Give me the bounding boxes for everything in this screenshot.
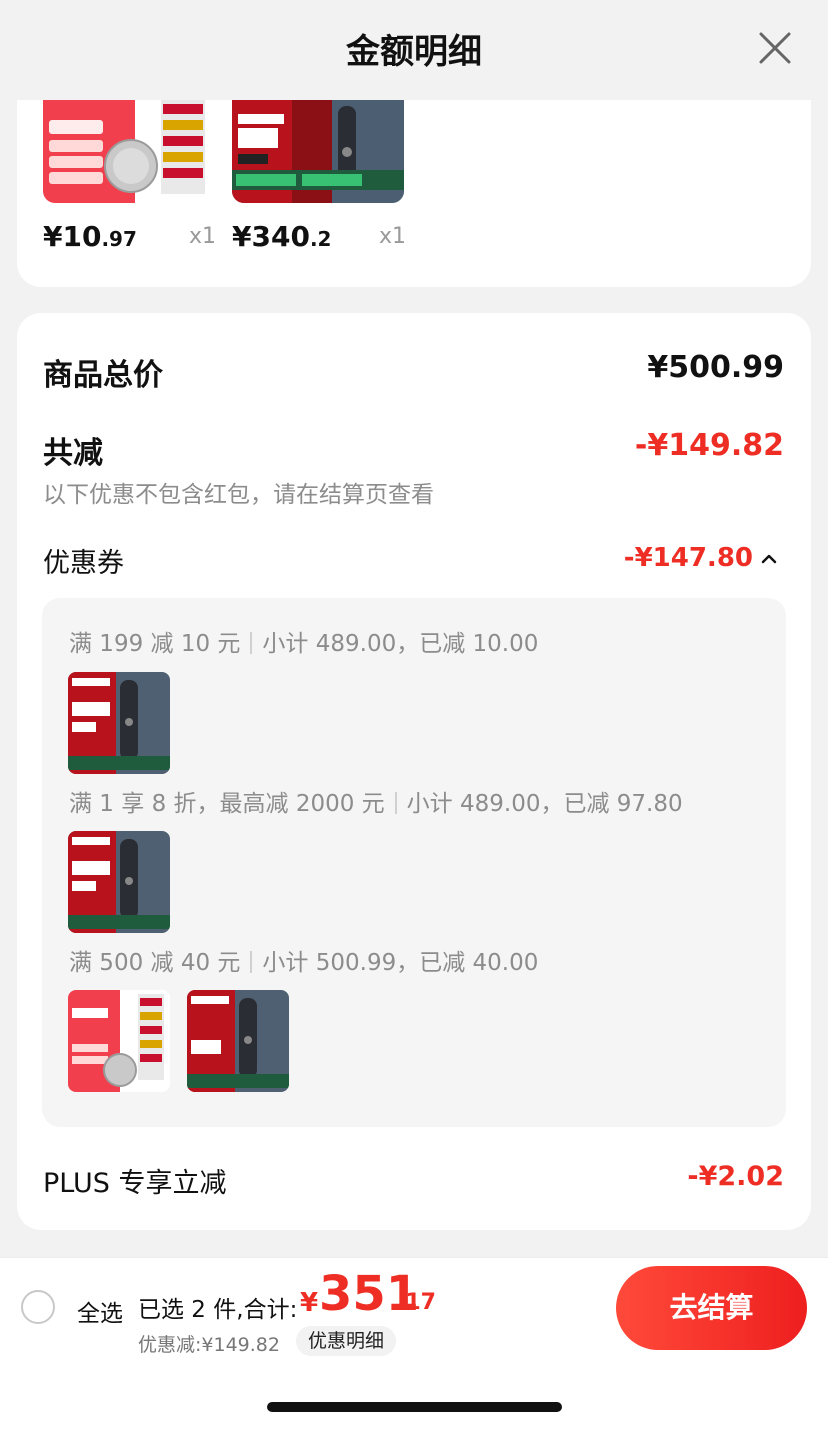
checkout-button[interactable]: 去结算	[616, 1266, 807, 1350]
discount-note: 以下优惠不包含红包，请在结算页查看	[43, 482, 434, 508]
products-card: ¥10.97 x1 ¥340.2 x1	[17, 100, 811, 287]
coupon-rule-detail: 小计 489.00，已减 97.80	[406, 791, 683, 817]
discount-detail-button[interactable]: 优惠明细	[296, 1326, 397, 1356]
coupon-rule-condition: 满 1 享 8 折，最高减 2000 元	[69, 791, 385, 817]
sheet-title: 金额明细	[346, 32, 482, 72]
product-price-dec: .2	[309, 227, 332, 251]
panasonic-battery-thumb[interactable]	[68, 990, 170, 1092]
separator	[250, 632, 253, 654]
braun-shaver-thumb[interactable]	[68, 672, 170, 774]
product-price: ¥10.97	[43, 220, 137, 253]
total-label: 商品总价	[43, 358, 163, 393]
summary-card: 商品总价 ¥500.99 共减 -¥149.82 以下优惠不包含红包，请在结算页…	[17, 313, 811, 1230]
selected-count-text: 已选 2 件,合计:	[138, 1297, 298, 1323]
total-currency: ¥	[300, 1288, 319, 1318]
coupon-rule-detail: 小计 500.99，已减 40.00	[262, 950, 539, 976]
separator	[394, 792, 397, 814]
select-all-checkbox[interactable]	[21, 1290, 55, 1324]
coupon-detail-box: 满 199 减 10 元小计 489.00，已减 10.00 满 1 享 8 折…	[42, 598, 786, 1127]
coupon-rule-condition: 满 199 减 10 元	[69, 631, 241, 657]
braun-shaver-thumb[interactable]	[232, 100, 404, 203]
coupon-rule: 满 199 减 10 元小计 489.00，已减 10.00	[69, 624, 538, 658]
select-all-label[interactable]: 全选	[77, 1294, 123, 1328]
coupon-rule: 满 500 减 40 元小计 500.99，已减 40.00	[69, 943, 538, 977]
product-price: ¥340.2	[232, 220, 331, 253]
chevron-up-icon[interactable]	[757, 547, 781, 571]
reduce-value: -¥149.82	[634, 428, 784, 463]
checkout-bar: 全选 已选 2 件,合计: ¥ 351 .17 优惠减:¥149.82 优惠明细…	[0, 1257, 828, 1357]
braun-shaver-thumb[interactable]	[68, 831, 170, 933]
coupon-rule-detail: 小计 489.00，已减 10.00	[262, 631, 539, 657]
home-area	[0, 1357, 828, 1430]
plus-discount-label: PLUS 专享立减	[43, 1168, 227, 1199]
coupon-value[interactable]: -¥147.80	[624, 543, 753, 573]
plus-discount-value: -¥2.02	[687, 1161, 784, 1192]
sheet-header: 金额明细	[0, 0, 828, 100]
product-price-dec: .97	[101, 227, 137, 251]
coupon-label: 优惠券	[43, 548, 124, 579]
panasonic-battery-thumb[interactable]	[43, 100, 215, 203]
product-price-int: ¥340	[232, 220, 310, 253]
coupon-rule: 满 1 享 8 折，最高减 2000 元小计 489.00，已减 97.80	[69, 784, 683, 818]
coupon-rule-condition: 满 500 减 40 元	[69, 950, 241, 976]
total-value: ¥500.99	[647, 350, 784, 385]
separator	[250, 951, 253, 973]
close-icon[interactable]	[755, 28, 795, 68]
reduce-label: 共减	[43, 436, 103, 471]
total-price-dec: .17	[397, 1290, 436, 1315]
discount-text: 优惠减:¥149.82	[138, 1334, 280, 1356]
braun-shaver-thumb[interactable]	[187, 990, 289, 1092]
product-qty: x1	[379, 224, 407, 249]
product-price-int: ¥10	[43, 220, 102, 253]
product-qty: x1	[189, 224, 217, 249]
home-indicator[interactable]	[267, 1402, 562, 1412]
